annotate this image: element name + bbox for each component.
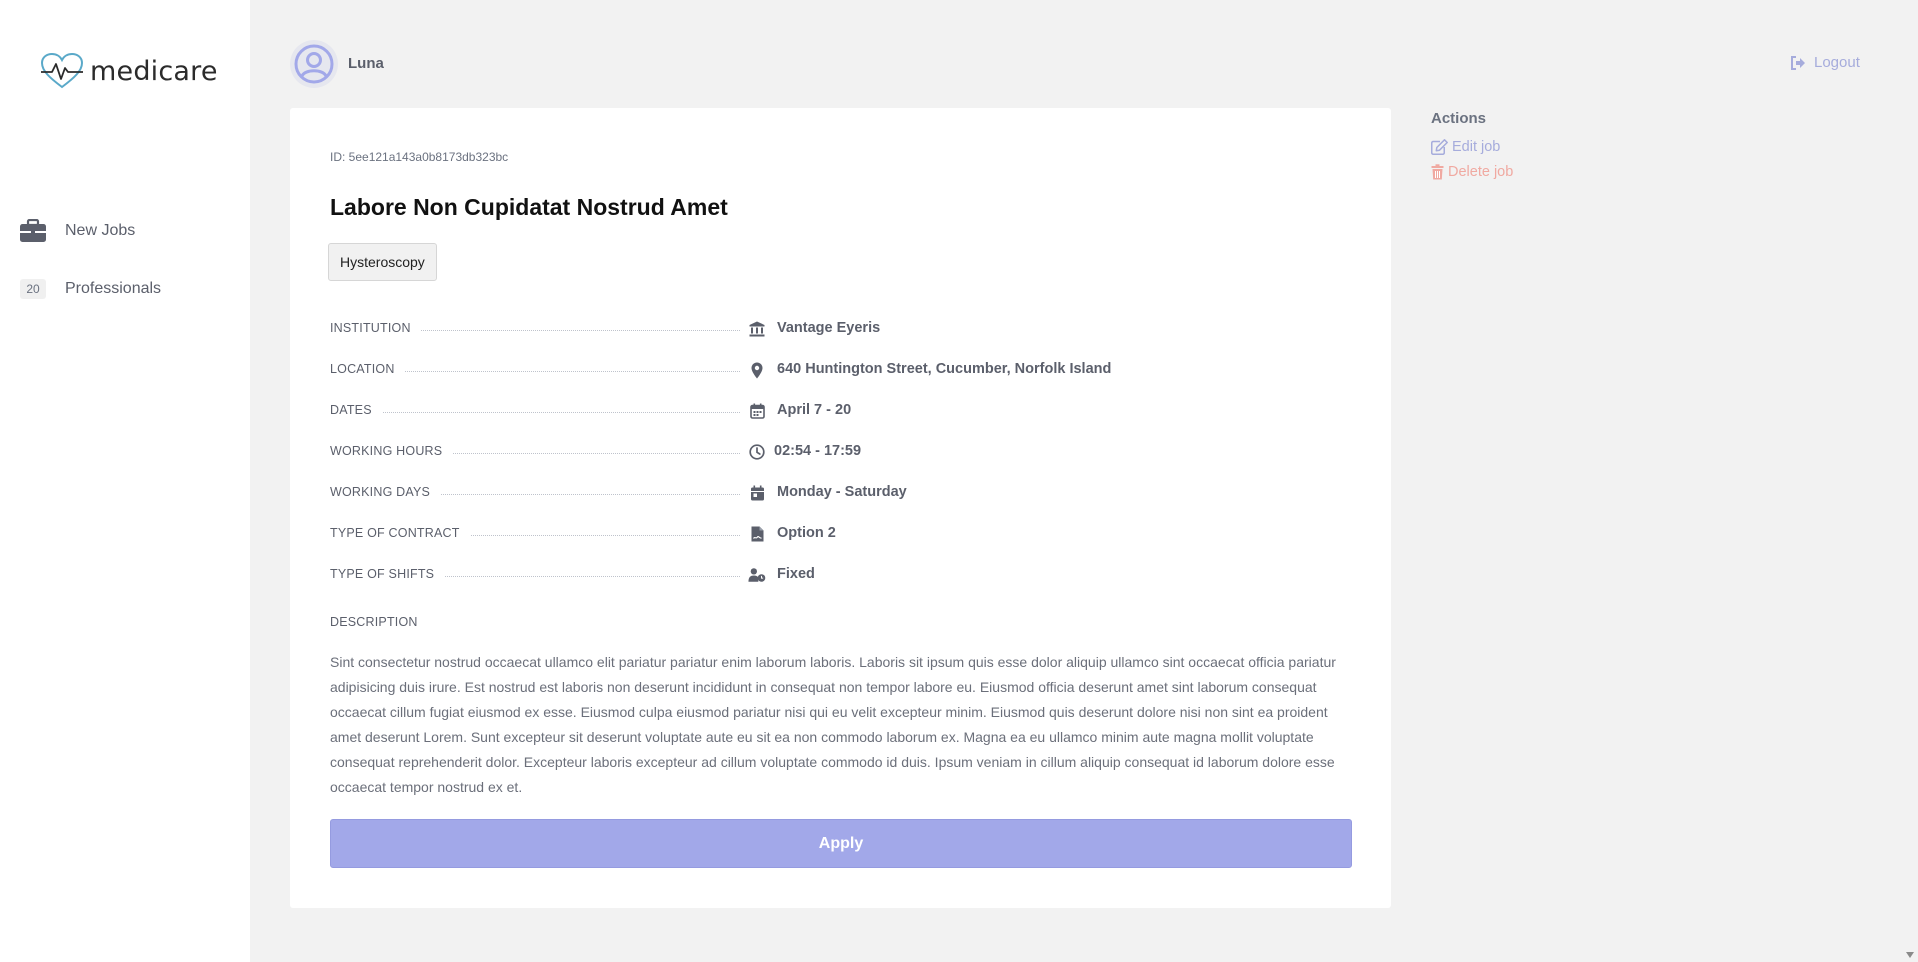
detail-label: TYPE OF SHIFTS bbox=[330, 566, 445, 581]
username: Luna bbox=[348, 55, 384, 72]
file-contract-icon bbox=[748, 525, 766, 543]
detail-label: INSTITUTION bbox=[330, 320, 421, 335]
edit-icon bbox=[1431, 138, 1448, 155]
user-clock-icon bbox=[748, 566, 766, 584]
calendar-icon bbox=[748, 402, 766, 420]
detail-row-working-hours: WORKING HOURS 02:54 - 17:59 bbox=[330, 431, 1352, 472]
description-text: Sint consectetur nostrud occaecat ullamc… bbox=[330, 654, 1336, 795]
detail-value: Monday - Saturday bbox=[777, 484, 907, 500]
job-card: ID: 5ee121a143a0b8173db323bc Labore Non … bbox=[290, 108, 1391, 908]
detail-row-location: LOCATION 640 Huntington Street, Cucumber… bbox=[330, 349, 1352, 390]
job-id: ID: 5ee121a143a0b8173db323bc bbox=[330, 150, 509, 164]
bank-icon bbox=[748, 320, 766, 338]
sidebar-item-new-jobs[interactable]: New Jobs bbox=[0, 202, 250, 260]
detail-label: DATES bbox=[330, 402, 382, 417]
heartbeat-logo-icon bbox=[40, 52, 84, 89]
detail-label: WORKING DAYS bbox=[330, 484, 441, 499]
sidebar-nav: New Jobs 20 Professionals bbox=[0, 202, 250, 318]
detail-row-institution: INSTITUTION Vantage Eyeris bbox=[330, 308, 1352, 349]
detail-label: WORKING HOURS bbox=[330, 443, 453, 458]
trash-icon bbox=[1431, 163, 1444, 179]
job-details: INSTITUTION Vantage Eyeris LOCATION 640 … bbox=[330, 308, 1352, 595]
description-label: DESCRIPTION bbox=[330, 615, 418, 629]
logout-label: Logout bbox=[1814, 54, 1860, 71]
specialty-tag: Hysteroscopy bbox=[328, 243, 437, 281]
scroll-down-arrow-icon[interactable] bbox=[1906, 952, 1914, 958]
detail-row-type-of-shifts: TYPE OF SHIFTS Fixed bbox=[330, 554, 1352, 595]
badge-wrapper: 20 bbox=[19, 277, 47, 301]
sidebar-item-label: Professionals bbox=[65, 280, 162, 297]
detail-value: April 7 - 20 bbox=[777, 402, 852, 418]
detail-label: LOCATION bbox=[330, 361, 405, 376]
logout-button[interactable]: Logout bbox=[1790, 54, 1860, 71]
sidebar-item-professionals[interactable]: 20 Professionals bbox=[0, 260, 250, 318]
delete-job-label: Delete job bbox=[1448, 163, 1514, 180]
logo[interactable]: medicare bbox=[40, 52, 218, 90]
calendar-day-icon bbox=[748, 484, 766, 502]
actions-panel: Actions Edit job Delete job bbox=[1431, 110, 1513, 184]
detail-value: Vantage Eyeris bbox=[777, 320, 881, 336]
detail-value: 02:54 - 17:59 bbox=[774, 443, 862, 459]
sidebar-item-label: New Jobs bbox=[65, 222, 136, 239]
briefcase-icon bbox=[19, 219, 47, 243]
logo-text: medicare bbox=[90, 55, 218, 87]
sign-out-icon bbox=[1791, 55, 1805, 70]
clock-icon bbox=[748, 443, 766, 461]
edit-job-label: Edit job bbox=[1452, 138, 1501, 155]
sidebar: medicare New Jobs 20 Professionals bbox=[0, 0, 250, 962]
actions-title: Actions bbox=[1431, 110, 1487, 127]
user-circle-icon bbox=[294, 44, 334, 84]
avatar[interactable] bbox=[290, 40, 338, 88]
delete-job-link[interactable]: Delete job bbox=[1431, 159, 1513, 184]
detail-label: TYPE OF CONTRACT bbox=[330, 525, 470, 540]
detail-row-dates: DATES April 7 - 20 bbox=[330, 390, 1352, 431]
detail-value: Option 2 bbox=[777, 525, 836, 541]
dotted-leader bbox=[330, 412, 740, 413]
job-title: Labore Non Cupidatat Nostrud Amet bbox=[330, 194, 728, 220]
detail-row-working-days: WORKING DAYS Monday - Saturday bbox=[330, 472, 1352, 513]
detail-value: 640 Huntington Street, Cucumber, Norfolk… bbox=[777, 361, 1112, 377]
map-pin-icon bbox=[748, 361, 766, 379]
detail-row-type-of-contract: TYPE OF CONTRACT Option 2 bbox=[330, 513, 1352, 554]
count-badge: 20 bbox=[20, 279, 46, 299]
edit-job-link[interactable]: Edit job bbox=[1431, 134, 1513, 159]
detail-value: Fixed bbox=[777, 566, 815, 582]
apply-button[interactable]: Apply bbox=[330, 819, 1352, 868]
